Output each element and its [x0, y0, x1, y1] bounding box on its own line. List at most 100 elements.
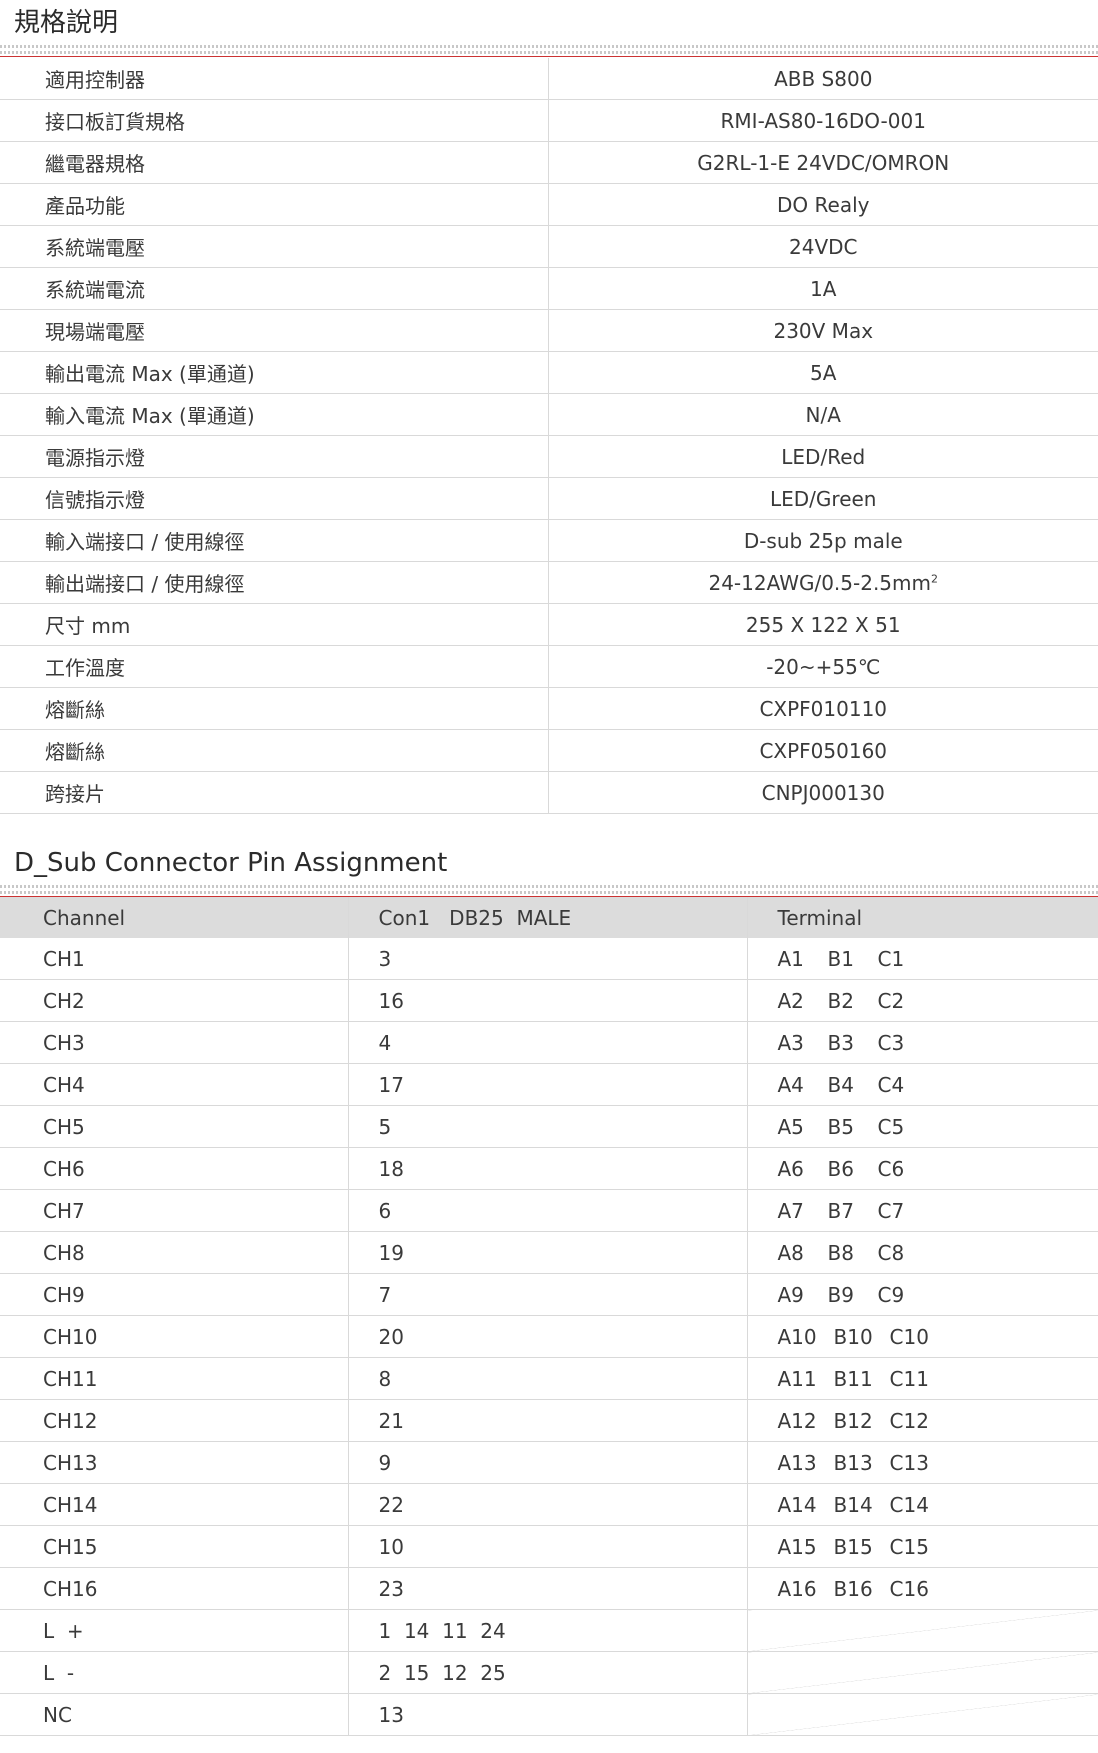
- spec-key: 熔斷絲: [0, 729, 548, 772]
- pin-row: NC 13: [0, 1693, 1098, 1736]
- pin-header-row: Channel Con1 DB25 MALE Terminal: [0, 897, 1098, 938]
- terminal-cell: A1 B1 C1: [746, 938, 1098, 980]
- spec-value-text: ABB S800: [774, 66, 873, 91]
- pin-cell: 13: [347, 1693, 747, 1736]
- spec-row: 工作溫度 -20~+55℃: [0, 645, 1098, 688]
- terminal-label: C4: [877, 1072, 905, 1097]
- spec-value: 255 X 122 X 51: [547, 603, 1098, 646]
- pin-row: CH10 20 A10 B10 C10: [0, 1315, 1098, 1358]
- pin-title-rule: [0, 885, 1098, 897]
- terminal-label: B9: [827, 1282, 854, 1307]
- terminal-label: C16: [889, 1576, 929, 1601]
- pin-cell: 7: [347, 1273, 747, 1316]
- terminal-label: A7: [777, 1198, 804, 1223]
- spec-value: 1A: [547, 267, 1098, 310]
- spec-value: 24VDC: [547, 225, 1098, 268]
- spec-value: CXPF010110: [547, 687, 1098, 730]
- terminal-label: A12: [777, 1408, 817, 1433]
- spec-value: RMI-AS80-16DO-001: [547, 99, 1098, 142]
- channel-cell: CH16: [0, 1567, 348, 1610]
- spec-value: D-sub 25p male: [547, 519, 1098, 562]
- terminal-label: A14: [777, 1492, 817, 1517]
- spec-row: 熔斷絲 CXPF010110: [0, 687, 1098, 730]
- channel-cell: CH13: [0, 1441, 348, 1484]
- spec-row: 繼電器規格 G2RL-1-E 24VDC/OMRON: [0, 141, 1098, 184]
- terminal-label: C8: [877, 1240, 905, 1265]
- spec-key: 輸出電流 Max (單通道): [0, 351, 548, 394]
- spec-value-text: G2RL-1-E 24VDC/OMRON: [697, 150, 950, 175]
- spec-row: 系統端電流 1A: [0, 267, 1098, 310]
- spec-value-text: LED/Red: [781, 444, 866, 469]
- terminal-cell: A14 B14 C14: [746, 1483, 1098, 1526]
- spec-value-text: 5A: [810, 360, 837, 385]
- pin-cell: 18: [347, 1147, 747, 1190]
- terminal-cell: A2 B2 C2: [746, 979, 1098, 1022]
- superscript: 2: [931, 571, 938, 585]
- column-header: Con1 DB25 MALE: [347, 897, 747, 938]
- spec-row: 系統端電壓 24VDC: [0, 225, 1098, 268]
- terminal-label: A6: [777, 1156, 804, 1181]
- channel-cell: CH14: [0, 1483, 348, 1526]
- spec-row: 電源指示燈 LED/Red: [0, 435, 1098, 478]
- terminal-label: A8: [777, 1240, 804, 1265]
- terminal-label: B10: [833, 1324, 873, 1349]
- pin-row: CH3 4 A3 B3 C3: [0, 1021, 1098, 1064]
- terminal-label: A16: [777, 1576, 817, 1601]
- spec-row: 熔斷絲 CXPF050160: [0, 729, 1098, 772]
- pin-row: CH6 18 A6 B6 C6: [0, 1147, 1098, 1190]
- spec-row: 輸出電流 Max (單通道) 5A: [0, 351, 1098, 394]
- terminal-label: C15: [889, 1534, 929, 1559]
- pin-cell: 8: [347, 1357, 747, 1400]
- terminal-cell: A6 B6 C6: [746, 1147, 1098, 1190]
- terminal-label: C7: [877, 1198, 905, 1223]
- spec-key: 輸入電流 Max (單通道): [0, 393, 548, 436]
- terminal-label: B4: [827, 1072, 854, 1097]
- spec-key: 產品功能: [0, 183, 548, 226]
- channel-cell: CH1: [0, 938, 348, 980]
- spec-value: LED/Green: [547, 477, 1098, 520]
- terminal-cell: A12 B12 C12: [746, 1399, 1098, 1442]
- spec-row: 信號指示燈 LED/Green: [0, 477, 1098, 520]
- terminal-label: C12: [889, 1408, 929, 1433]
- spec-key: 輸出端接口 / 使用線徑: [0, 561, 548, 604]
- pin-cell: 20: [347, 1315, 747, 1358]
- spec-section-title: 規格說明: [14, 8, 119, 38]
- spec-value-text: CNPJ000130: [761, 780, 885, 805]
- spec-key: 跨接片: [0, 771, 548, 814]
- terminal-label: B13: [833, 1450, 873, 1475]
- channel-cell: L -: [0, 1651, 348, 1694]
- terminal-label: A13: [777, 1450, 817, 1475]
- terminal-label: B15: [833, 1534, 873, 1559]
- terminal-label: C10: [889, 1324, 929, 1349]
- terminal-label: A5: [777, 1114, 804, 1139]
- pin-cell: 16: [347, 979, 747, 1022]
- terminal-label: A15: [777, 1534, 817, 1559]
- pin-row: L +1 14 11 24: [0, 1609, 1098, 1652]
- pin-row: L -2 15 12 25: [0, 1651, 1098, 1694]
- spec-value: ABB S800: [547, 58, 1098, 100]
- pin-cell: 2 15 12 25: [347, 1651, 747, 1694]
- pin-cell: 23: [347, 1567, 747, 1610]
- terminal-label: A3: [777, 1030, 804, 1055]
- terminal-label: B11: [833, 1366, 873, 1391]
- spec-key: 接口板訂貨規格: [0, 99, 548, 142]
- terminal-label: A4: [777, 1072, 804, 1097]
- terminal-label: C14: [889, 1492, 929, 1517]
- spec-value-text: DO Realy: [777, 192, 870, 217]
- spec-value-text: 1A: [810, 276, 837, 301]
- terminal-cell: [746, 1609, 1098, 1652]
- spec-value: CXPF050160: [547, 729, 1098, 772]
- spec-value: -20~+55℃: [547, 645, 1098, 688]
- channel-cell: CH4: [0, 1063, 348, 1106]
- spec-value-text: CXPF010110: [759, 696, 888, 721]
- channel-cell: CH3: [0, 1021, 348, 1064]
- spec-row: 現場端電壓 230V Max: [0, 309, 1098, 352]
- pin-cell: 17: [347, 1063, 747, 1106]
- pin-row: CH5 5 A5 B5 C5: [0, 1105, 1098, 1148]
- pin-table: Channel Con1 DB25 MALE Terminal CH1 3 A1 B1 C1 C…: [0, 897, 1098, 1736]
- spec-value: LED/Red: [547, 435, 1098, 478]
- pin-cell: 6: [347, 1189, 747, 1232]
- spec-value-text: N/A: [805, 402, 841, 427]
- spec-key: 繼電器規格: [0, 141, 548, 184]
- spec-row: 輸出端接口 / 使用線徑 24-12AWG/0.5-2.5mm2: [0, 561, 1098, 604]
